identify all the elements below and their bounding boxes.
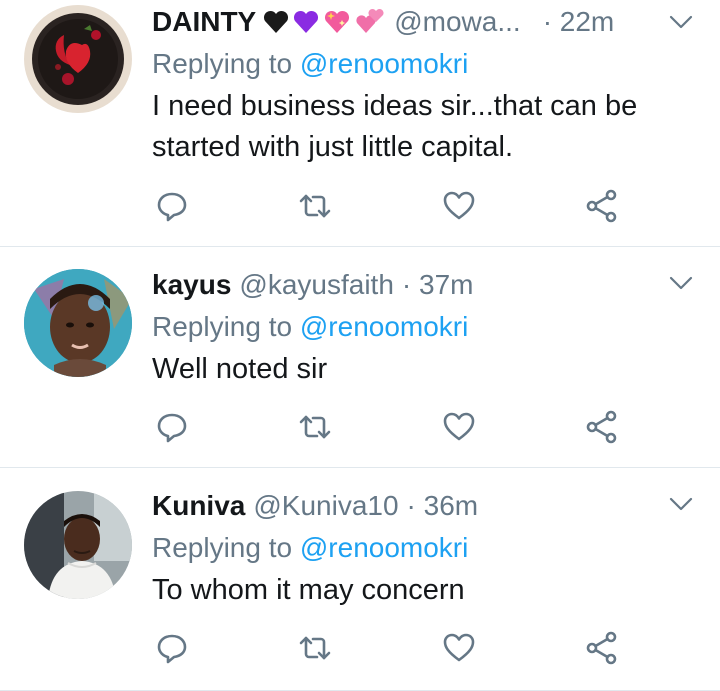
user-handle[interactable]: @mowa... xyxy=(394,6,520,38)
replying-label: Replying to xyxy=(152,532,300,563)
name-emojis xyxy=(262,8,386,36)
avatar[interactable] xyxy=(24,269,132,377)
tweet-text: Well noted sir xyxy=(152,353,328,385)
tweet-header: kayus @kayusfaith · 37m xyxy=(152,263,696,307)
mention-link[interactable]: @renoomokri xyxy=(300,48,468,79)
user-handle[interactable]: @kayusfaith xyxy=(239,269,394,301)
mention-link[interactable]: @renoomokri xyxy=(300,532,468,563)
avatar[interactable] xyxy=(24,5,132,113)
like-icon xyxy=(443,191,474,220)
replying-to: Replying to @renoomokri xyxy=(152,44,696,84)
retweet-icon xyxy=(300,415,331,439)
purple-heart-icon xyxy=(294,10,319,33)
tweet[interactable]: DAINTY @mowa... · 22m Replying to @renoo… xyxy=(0,0,720,247)
action-bar xyxy=(152,186,622,226)
timestamp[interactable]: · 37m xyxy=(402,269,474,301)
like-button[interactable] xyxy=(439,186,479,226)
tweet[interactable]: kayus @kayusfaith · 37m Replying to @ren… xyxy=(0,247,720,468)
retweet-icon xyxy=(300,636,331,660)
retweet-button[interactable] xyxy=(295,186,335,226)
timestamp[interactable]: · 36m xyxy=(407,490,479,522)
chevron-down-icon[interactable] xyxy=(666,10,696,34)
revolving-hearts-icon xyxy=(356,8,384,34)
reply-icon xyxy=(157,634,187,664)
like-button[interactable] xyxy=(439,407,479,447)
like-icon xyxy=(443,633,474,662)
replying-to: Replying to @renoomokri xyxy=(152,307,696,347)
display-name[interactable]: DAINTY xyxy=(152,6,256,38)
mention-link[interactable]: @renoomokri xyxy=(300,311,468,342)
reply-button[interactable] xyxy=(152,186,192,226)
tweet-content: Kuniva @Kuniva10 · 36m Replying to @reno… xyxy=(152,484,696,611)
reply-button[interactable] xyxy=(152,407,192,447)
share-icon xyxy=(586,410,617,444)
reply-icon xyxy=(157,413,187,443)
chevron-down-icon[interactable] xyxy=(666,271,696,295)
reply-icon xyxy=(157,192,187,222)
tweet-text: To whom it may concern xyxy=(152,574,465,606)
avatar[interactable] xyxy=(24,491,132,599)
like-icon xyxy=(443,412,474,441)
share-button[interactable] xyxy=(582,186,622,226)
retweet-button[interactable] xyxy=(295,628,335,668)
share-button[interactable] xyxy=(582,407,622,447)
share-icon xyxy=(586,631,617,665)
share-button[interactable] xyxy=(582,628,622,668)
like-button[interactable] xyxy=(439,628,479,668)
reply-button[interactable] xyxy=(152,628,192,668)
user-handle[interactable]: @Kuniva10 xyxy=(253,490,398,522)
share-icon xyxy=(586,189,617,223)
sparkling-heart-icon xyxy=(325,10,350,33)
display-name[interactable]: kayus xyxy=(152,269,231,301)
black-heart-icon xyxy=(264,10,289,33)
tweet-content: DAINTY @mowa... · 22m Replying to @renoo… xyxy=(152,0,696,168)
tweet-header: DAINTY @mowa... · 22m xyxy=(152,0,696,44)
display-name[interactable]: Kuniva xyxy=(152,490,245,522)
tweet-content: kayus @kayusfaith · 37m Replying to @ren… xyxy=(152,263,696,390)
replying-to: Replying to @renoomokri xyxy=(152,528,696,568)
action-bar xyxy=(152,407,622,447)
replying-label: Replying to xyxy=(152,48,300,79)
tweet-header: Kuniva @Kuniva10 · 36m xyxy=(152,484,696,528)
chevron-down-icon[interactable] xyxy=(666,492,696,516)
retweet-icon xyxy=(300,194,331,218)
replying-label: Replying to xyxy=(152,311,300,342)
action-bar xyxy=(152,628,622,668)
retweet-button[interactable] xyxy=(295,407,335,447)
timestamp[interactable]: · 22m xyxy=(543,6,615,38)
tweet-text: I need business ideas sir...that can be … xyxy=(152,90,638,163)
tweet[interactable]: Kuniva @Kuniva10 · 36m Replying to @reno… xyxy=(0,468,720,691)
